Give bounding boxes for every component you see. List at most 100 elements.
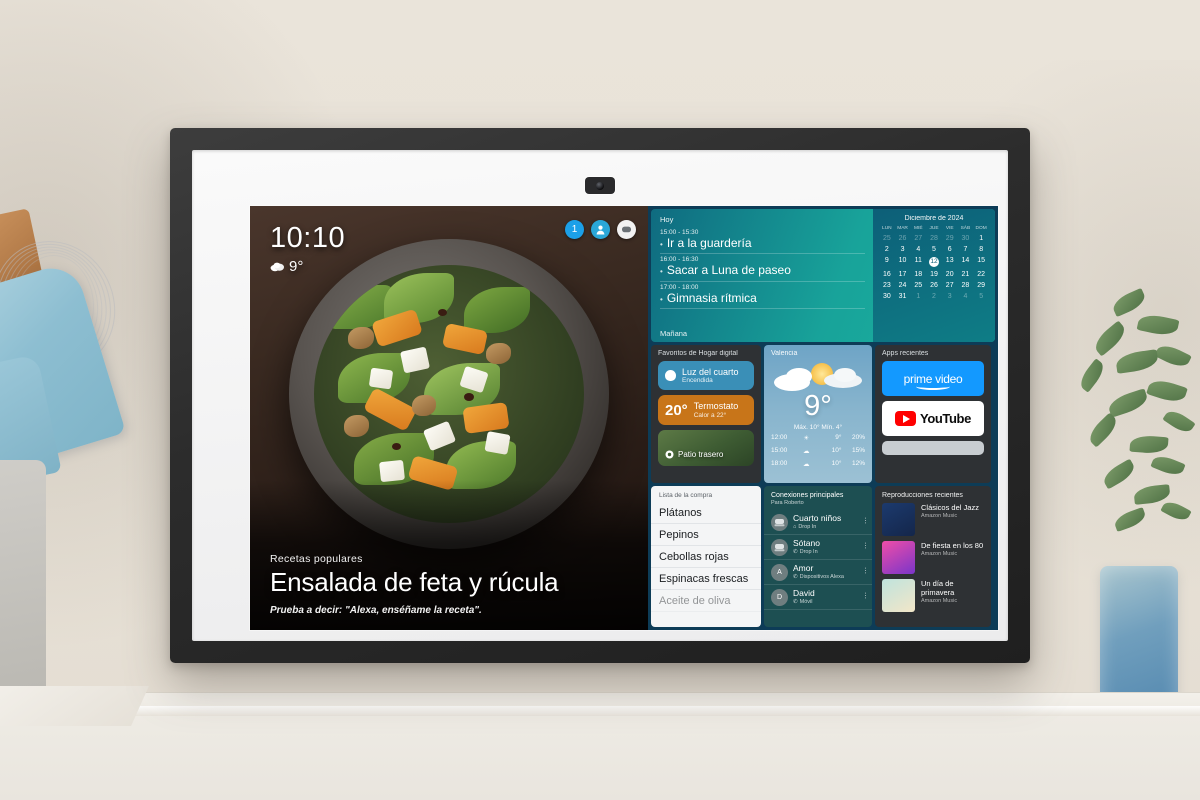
calendar-day[interactable]: 1 — [910, 291, 926, 301]
calendar-event[interactable]: 15:00 - 15:30 • Ir a la guardería — [660, 227, 865, 255]
list-item[interactable]: Clásicos del Jazz Amazon Music — [875, 503, 991, 541]
cloud-icon: ☁ — [803, 460, 810, 468]
overflow-menu-icon[interactable]: ⋯ — [861, 567, 868, 574]
calendar-day[interactable]: 16 — [879, 269, 895, 279]
smart-home-widget[interactable]: Favoritos de Hogar digital Luz del cuart… — [651, 345, 761, 483]
recipe-title: Ensalada de feta y rúcula — [270, 566, 559, 597]
calendar-event[interactable]: 16:00 - 16:30 • Sacar a Luna de paseo — [660, 254, 865, 282]
hour-temp: 10° — [831, 447, 842, 454]
calendar-day[interactable]: 30 — [879, 291, 895, 301]
list-item[interactable]: Aceite de oliva — [651, 590, 761, 612]
list-item[interactable]: A Amor ✆ Dispositivos Alexa ⋯ — [764, 560, 872, 585]
account-avatar-icon[interactable] — [591, 220, 610, 239]
weather-widget[interactable]: Valencia 9° Máx. 10° Mín. 4° 12:00 ☀ 9° … — [764, 345, 872, 483]
list-item[interactable]: Pepinos — [651, 524, 761, 546]
overflow-menu-icon[interactable]: ⋯ — [861, 592, 868, 599]
connection-name: Cuarto niños — [793, 513, 842, 524]
calendar-day[interactable]: 25 — [910, 280, 926, 290]
device-echo-icon — [771, 538, 788, 556]
recipe-hero-card[interactable]: 10:10 9° 1 Recetas populares Ensalada de… — [250, 206, 648, 630]
calendar-day[interactable]: 23 — [879, 280, 895, 290]
calendar-day[interactable]: 9 — [879, 255, 895, 268]
connection-name: Sótano — [793, 538, 820, 549]
calendar-day[interactable]: 22 — [973, 269, 989, 279]
list-item[interactable]: D David ✆ Móvil ⋯ — [764, 585, 872, 610]
app-tile-partial[interactable] — [882, 441, 984, 455]
calendar-day[interactable]: 3 — [895, 244, 911, 254]
clock-weather: 9° — [270, 258, 345, 275]
thermostat-tile[interactable]: 20° Termostato Calor a 22° — [658, 395, 754, 425]
calendar-day[interactable]: 30 — [958, 233, 974, 243]
phone-icon: ✆ — [793, 573, 798, 580]
calendar-day[interactable]: 19 — [926, 269, 942, 279]
calendar-day[interactable]: 27 — [942, 280, 958, 290]
connection-sub: ⌂ Drop In — [793, 523, 817, 530]
list-item[interactable]: Cuarto niños ⌂ Drop In ⋯ — [764, 510, 872, 535]
connections-widget[interactable]: Conexiones principales Para Roberto Cuar… — [764, 486, 872, 627]
calendar-day[interactable]: 28 — [926, 233, 942, 243]
calendar-day[interactable]: 20 — [942, 269, 958, 279]
hour-time: 12:00 — [771, 434, 788, 441]
calendar-day[interactable]: 31 — [895, 291, 911, 301]
message-bubble-icon[interactable] — [617, 220, 636, 239]
calendar-day[interactable]: 26 — [926, 280, 942, 290]
calendar-day[interactable]: 29 — [973, 280, 989, 290]
phone-icon: ✆ — [793, 548, 798, 555]
calendar-day[interactable]: 27 — [910, 233, 926, 243]
event-bullet-icon: • — [660, 240, 663, 249]
list-item[interactable]: Cebollas rojas — [651, 546, 761, 568]
calendar-day[interactable]: 28 — [958, 280, 974, 290]
calendar-day[interactable]: 15 — [973, 255, 989, 268]
list-item[interactable]: De fiesta en los 80 Amazon Music — [875, 541, 991, 579]
camera-lens — [596, 181, 604, 190]
calendar-day-today[interactable]: 12 — [926, 255, 942, 268]
calendar-day[interactable]: 5 — [973, 291, 989, 301]
light-state: Encendida — [682, 377, 713, 385]
clock-time: 10:10 — [270, 222, 346, 254]
recent-music-widget[interactable]: Reproducciones recientes Clásicos del Ja… — [875, 486, 991, 627]
widget-row-middle: Favoritos de Hogar digital Luz del cuart… — [651, 345, 995, 483]
calendar-day[interactable]: 29 — [942, 233, 958, 243]
list-item[interactable]: Espinacas frescas — [651, 568, 761, 590]
calendar-month-view[interactable]: Diciembre de 2024 LUN MAR MIÉ JUE VIE SÁB DOM … — [873, 209, 995, 342]
event-name: Sacar a Luna de paseo — [666, 263, 791, 278]
calendar-day[interactable]: 4 — [910, 244, 926, 254]
recent-apps-widget[interactable]: Apps recientes prime video YouTube — [875, 345, 991, 483]
calendar-day[interactable]: 4 — [958, 291, 974, 301]
calendar-day-grid[interactable]: 25 26 27 28 29 30 1 2 3 4 5 6 7 8 9 10 11 12 13 14 15 16 17 18 1… — [879, 233, 989, 301]
list-item[interactable]: Un día de primavera Amazon Music — [875, 579, 991, 617]
plant-leaf — [1146, 376, 1188, 406]
calendar-day[interactable]: 11 — [910, 255, 926, 268]
calendar-day[interactable]: 10 — [895, 255, 911, 268]
calendar-day[interactable]: 2 — [926, 291, 942, 301]
calendar-day[interactable]: 17 — [895, 269, 911, 279]
calendar-weekday: MIÉ — [914, 226, 923, 231]
list-item[interactable]: Sótano ✆ Drop In ⋯ — [764, 535, 872, 560]
calendar-day[interactable]: 3 — [942, 291, 958, 301]
calendar-day[interactable]: 14 — [958, 255, 974, 268]
overflow-menu-icon[interactable]: ⋯ — [861, 542, 868, 549]
overflow-menu-icon[interactable]: ⋯ — [861, 517, 868, 524]
calendar-day[interactable]: 21 — [958, 269, 974, 279]
calendar-widget[interactable]: Hoy 15:00 - 15:30 • Ir a la guardería 16:… — [651, 209, 995, 342]
calendar-event[interactable]: 17:00 - 18:00 • Gimnasia rítmica — [660, 282, 865, 310]
calendar-day[interactable]: 2 — [879, 244, 895, 254]
app-tile-youtube[interactable]: YouTube — [882, 401, 984, 436]
light-tile[interactable]: Luz del cuarto Encendida — [658, 361, 754, 391]
calendar-day[interactable]: 18 — [910, 269, 926, 279]
calendar-day[interactable]: 7 — [958, 244, 974, 254]
calendar-day[interactable]: 6 — [942, 244, 958, 254]
calendar-day[interactable]: 26 — [895, 233, 911, 243]
thermostat-value: 20° — [665, 401, 688, 419]
calendar-day[interactable]: 25 — [879, 233, 895, 243]
calendar-day[interactable]: 24 — [895, 280, 911, 290]
notification-badge-icon[interactable]: 1 — [565, 220, 584, 239]
calendar-day[interactable]: 8 — [973, 244, 989, 254]
calendar-day[interactable]: 1 — [973, 233, 989, 243]
list-item[interactable]: Plátanos — [651, 502, 761, 524]
calendar-day[interactable]: 13 — [942, 255, 958, 268]
app-tile-prime-video[interactable]: prime video — [882, 361, 984, 396]
calendar-day[interactable]: 5 — [926, 244, 942, 254]
camera-tile[interactable]: Patio trasero — [658, 429, 754, 466]
shopping-list-widget[interactable]: Lista de la compra Plátanos Pepinos Cebo… — [651, 486, 761, 627]
